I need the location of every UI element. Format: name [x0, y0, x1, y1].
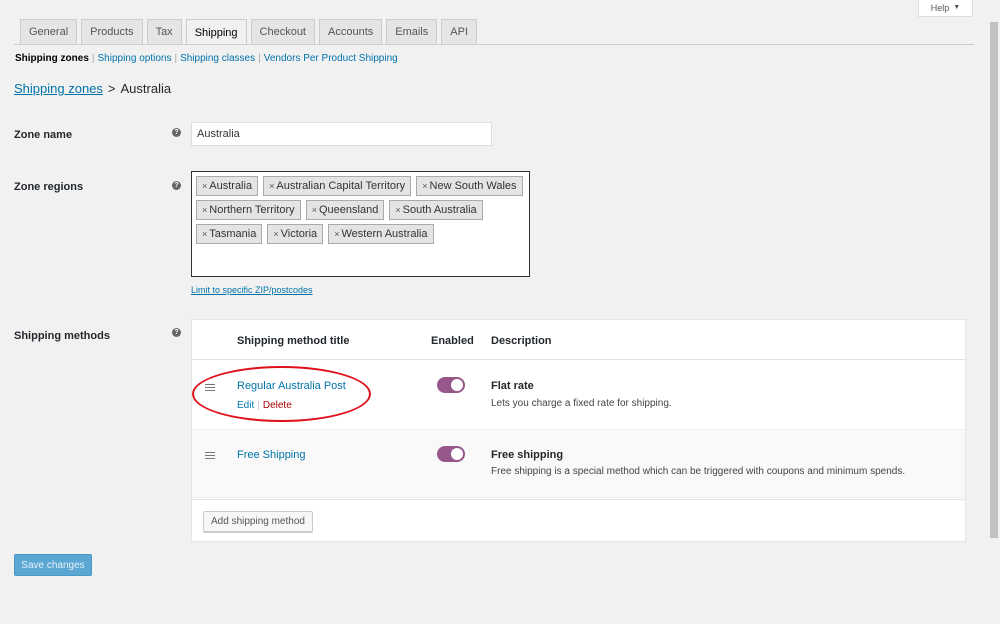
- header-enabled: Enabled: [431, 335, 474, 347]
- breadcrumb-shipping-zones-link[interactable]: Shipping zones: [14, 81, 103, 96]
- region-chip-label: South Australia: [402, 204, 477, 216]
- region-chip: × Australian Capital Territory: [263, 176, 412, 196]
- help-tab-button[interactable]: Help ▼: [918, 0, 973, 17]
- tabs-divider: [14, 44, 974, 45]
- tab-general[interactable]: General: [20, 19, 78, 44]
- tab-accounts[interactable]: Accounts: [319, 19, 383, 44]
- region-chip-label: New South Wales: [429, 180, 517, 192]
- breadcrumb-current: Australia: [120, 81, 172, 96]
- help-label: Help: [930, 2, 950, 13]
- shipping-methods-label: Shipping methods: [14, 330, 110, 342]
- zone-regions-label: Zone regions: [14, 181, 84, 193]
- tab-shipping[interactable]: Shipping: [185, 19, 247, 45]
- region-chip: × Northern Territory: [196, 200, 301, 220]
- zone-name-label: Zone name: [14, 129, 73, 141]
- subnav-separator: |: [258, 53, 261, 64]
- scrollbar-thumb[interactable]: [990, 22, 998, 538]
- add-shipping-method-button[interactable]: Add shipping method: [203, 511, 313, 532]
- tab-products[interactable]: Products: [81, 19, 143, 44]
- region-chip: × South Australia: [389, 200, 483, 220]
- tab-api[interactable]: API: [441, 19, 477, 44]
- help-tip-icon[interactable]: ?: [172, 128, 181, 137]
- region-chip: × Queensland: [305, 200, 385, 220]
- remove-chip-icon[interactable]: ×: [312, 205, 317, 215]
- region-chip-label: Australia: [209, 180, 253, 192]
- settings-tabs: General Products Tax Shipping Checkout A…: [20, 19, 477, 45]
- zone-name-input[interactable]: Australia: [191, 122, 492, 146]
- help-tip-icon[interactable]: ?: [172, 328, 181, 337]
- save-changes-button[interactable]: Save changes: [14, 554, 92, 576]
- enabled-toggle[interactable]: [437, 377, 465, 393]
- method-type: Free shipping: [491, 449, 564, 461]
- help-tip-icon[interactable]: ?: [172, 181, 181, 190]
- tab-tax[interactable]: Tax: [146, 19, 182, 44]
- region-chip: × Tasmania: [196, 224, 263, 244]
- remove-chip-icon[interactable]: ×: [334, 229, 339, 239]
- table-header: Shipping method title Enabled Descriptio…: [192, 320, 965, 360]
- breadcrumb: Shipping zones > Australia: [14, 81, 171, 96]
- method-description: Lets you charge a fixed rate for shippin…: [491, 398, 672, 409]
- tab-emails[interactable]: Emails: [386, 19, 438, 44]
- header-method-title: Shipping method title: [237, 335, 350, 347]
- region-chip-label: Australian Capital Territory: [276, 180, 406, 192]
- remove-chip-icon[interactable]: ×: [202, 181, 207, 191]
- subnav-shipping-options[interactable]: Shipping options: [98, 53, 172, 64]
- region-chip-label: Queensland: [318, 204, 379, 216]
- drag-handle-icon[interactable]: [205, 452, 215, 459]
- limit-zip-postcodes-link[interactable]: Limit to specific ZIP/postcodes: [191, 285, 313, 295]
- subnav-shipping-classes[interactable]: Shipping classes: [180, 53, 255, 64]
- region-chip-label: Victoria: [280, 228, 318, 240]
- remove-chip-icon[interactable]: ×: [395, 205, 400, 215]
- tab-checkout[interactable]: Checkout: [250, 19, 315, 44]
- method-type: Flat rate: [491, 380, 534, 392]
- region-chip: × Victoria: [267, 224, 324, 244]
- scrollbar[interactable]: [988, 0, 1000, 624]
- breadcrumb-separator: >: [107, 81, 116, 96]
- region-chip: × Australia: [196, 176, 259, 196]
- header-description: Description: [491, 335, 552, 347]
- remove-chip-icon[interactable]: ×: [202, 229, 207, 239]
- annotation-ellipse: [192, 366, 371, 422]
- remove-chip-icon[interactable]: ×: [202, 205, 207, 215]
- enabled-toggle[interactable]: [437, 446, 465, 462]
- method-description: Free shipping is a special method which …: [491, 466, 906, 477]
- subnav-separator: |: [174, 53, 178, 64]
- region-chip: × New South Wales: [416, 176, 523, 196]
- shipping-methods-table: Shipping method title Enabled Descriptio…: [191, 319, 966, 542]
- shipping-subnav: Shipping zones | Shipping options | Ship…: [15, 53, 398, 64]
- region-chip: × Western Australia: [328, 224, 434, 244]
- remove-chip-icon[interactable]: ×: [269, 181, 274, 191]
- table-footer: Add shipping method: [192, 499, 965, 541]
- region-chip-label: Tasmania: [209, 228, 257, 240]
- subnav-shipping-zones[interactable]: Shipping zones: [15, 53, 89, 64]
- subnav-vendors-per-product-shipping[interactable]: Vendors Per Product Shipping: [264, 53, 398, 64]
- caret-down-icon: ▼: [953, 4, 961, 11]
- remove-chip-icon[interactable]: ×: [273, 229, 278, 239]
- region-chip-label: Western Australia: [341, 228, 428, 240]
- method-title-link[interactable]: Free Shipping: [237, 449, 306, 461]
- zone-regions-select[interactable]: × Australia × Australian Capital Territory…: [191, 171, 530, 277]
- region-chip-label: Northern Territory: [209, 204, 295, 216]
- subnav-separator: |: [91, 53, 95, 64]
- remove-chip-icon[interactable]: ×: [422, 181, 427, 191]
- table-row: Free Shipping Free shipping Free shippin…: [192, 430, 965, 498]
